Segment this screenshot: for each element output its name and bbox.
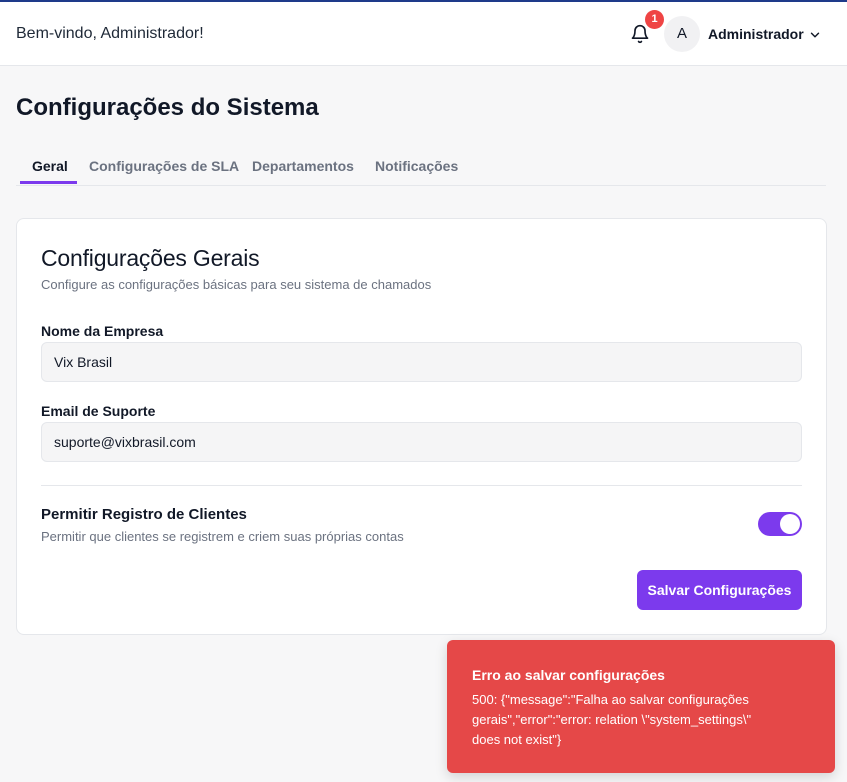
settings-tabs: Geral Configurações de SLA Departamentos… (16, 150, 826, 186)
company-name-label: Nome da Empresa (41, 323, 164, 339)
toast-title: Erro ao salvar configurações (472, 667, 665, 683)
avatar[interactable]: A (664, 16, 700, 52)
support-email-input[interactable] (41, 422, 802, 462)
chevron-down-icon[interactable] (808, 28, 822, 42)
tab-sla[interactable]: Configurações de SLA (89, 158, 239, 174)
welcome-message: Bem-vindo, Administrador! (16, 25, 204, 42)
general-settings-card: Configurações Gerais Configure as config… (16, 218, 827, 635)
error-toast[interactable]: Erro ao salvar configurações 500: {"mess… (447, 640, 835, 773)
support-email-label: Email de Suporte (41, 403, 156, 419)
allow-registration-description: Permitir que clientes se registrem e cri… (41, 529, 404, 544)
allow-registration-title: Permitir Registro de Clientes (41, 506, 247, 523)
save-settings-button[interactable]: Salvar Configurações (637, 570, 802, 610)
page-title: Configurações do Sistema (16, 94, 319, 121)
allow-registration-toggle[interactable] (758, 512, 802, 536)
card-subtitle: Configure as configurações básicas para … (41, 277, 432, 292)
active-tab-indicator (20, 181, 77, 184)
toast-message: 500: {"message":"Falha ao salvar configu… (472, 692, 752, 747)
bell-icon[interactable] (630, 24, 650, 44)
divider (41, 485, 802, 486)
user-menu-name[interactable]: Administrador (708, 26, 804, 42)
tab-geral[interactable]: Geral (32, 158, 68, 174)
notification-badge: 1 (645, 10, 664, 29)
tab-departamentos[interactable]: Departamentos (252, 158, 354, 174)
company-name-input[interactable] (41, 342, 802, 382)
toggle-knob (780, 514, 800, 534)
card-title: Configurações Gerais (41, 245, 260, 271)
tab-notificacoes[interactable]: Notificações (375, 158, 458, 174)
top-header: Bem-vindo, Administrador! 1 A Administra… (0, 2, 847, 66)
